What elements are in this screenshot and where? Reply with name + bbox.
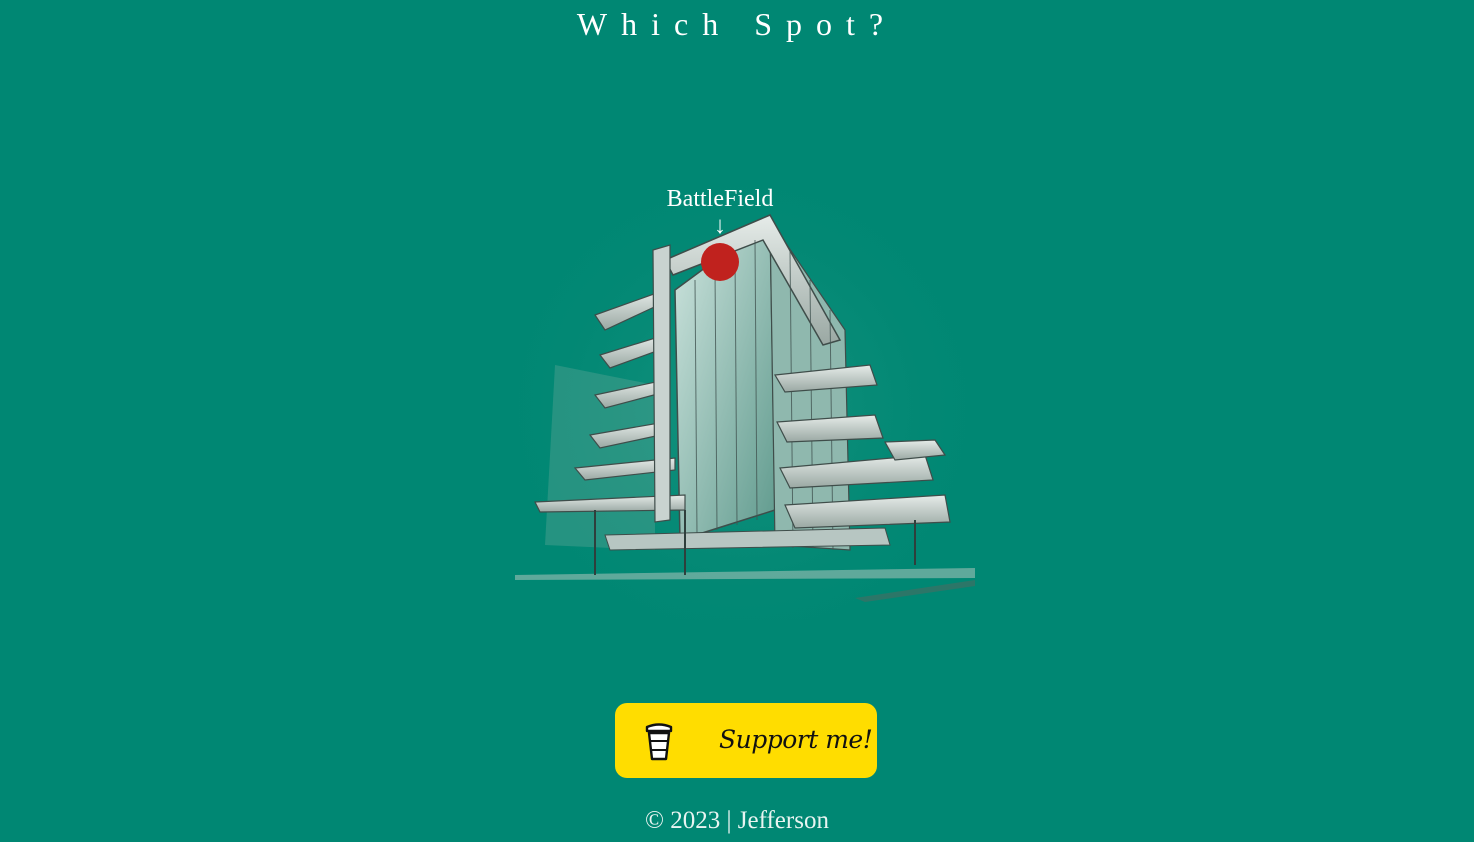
page: Which Spot? BattleField ↓ Support me! © … (0, 0, 1474, 842)
footer-copyright: © 2023 | Jefferson (645, 807, 829, 834)
building-illustration (505, 150, 980, 620)
building-sketch-icon (505, 150, 980, 620)
coffee-cup-icon (645, 723, 673, 761)
page-title: Which Spot? (576, 6, 898, 42)
support-label: Support me! (719, 725, 873, 754)
down-arrow-icon: ↓ (714, 213, 726, 239)
spot-label: BattleField (666, 186, 774, 212)
battlefield-spot-marker[interactable] (701, 243, 739, 281)
support-button[interactable]: Support me! (615, 703, 877, 778)
